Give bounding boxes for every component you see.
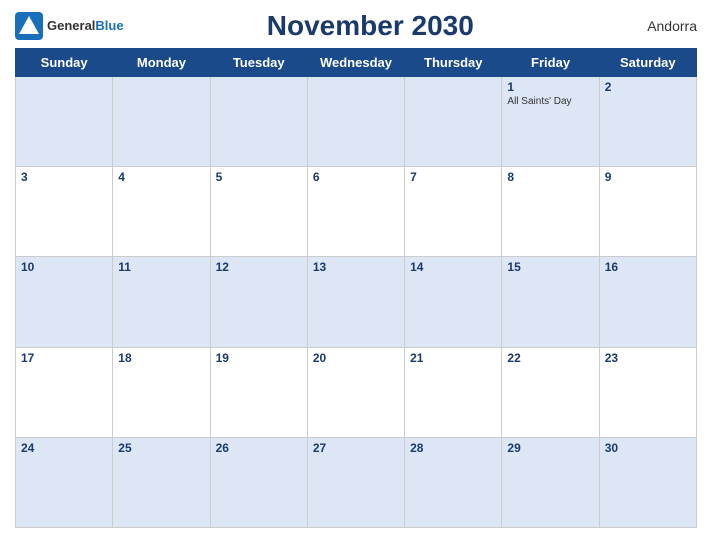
calendar-day-cell: 13 <box>307 257 404 347</box>
calendar-day-cell: 30 <box>599 437 696 527</box>
calendar-day-cell: 12 <box>210 257 307 347</box>
day-number: 13 <box>313 260 399 274</box>
calendar-day-cell: 26 <box>210 437 307 527</box>
day-number: 14 <box>410 260 496 274</box>
weekday-header-row: SundayMondayTuesdayWednesdayThursdayFrid… <box>16 49 697 77</box>
logo-area: GeneralBlue <box>15 12 124 40</box>
day-number: 8 <box>507 170 593 184</box>
calendar-day-cell: 21 <box>405 347 502 437</box>
weekday-header-sunday: Sunday <box>16 49 113 77</box>
logo-general-text: GeneralBlue <box>47 17 124 35</box>
day-number: 15 <box>507 260 593 274</box>
calendar-day-cell: 2 <box>599 77 696 167</box>
calendar-day-cell: 8 <box>502 167 599 257</box>
calendar-day-cell <box>307 77 404 167</box>
day-number: 23 <box>605 351 691 365</box>
day-number: 28 <box>410 441 496 455</box>
day-number: 1 <box>507 80 593 94</box>
day-number: 9 <box>605 170 691 184</box>
calendar-day-cell <box>210 77 307 167</box>
calendar-day-cell: 25 <box>113 437 210 527</box>
calendar-day-cell: 29 <box>502 437 599 527</box>
day-number: 7 <box>410 170 496 184</box>
day-number: 26 <box>216 441 302 455</box>
calendar-title: November 2030 <box>124 10 617 42</box>
day-number: 16 <box>605 260 691 274</box>
weekday-header-saturday: Saturday <box>599 49 696 77</box>
calendar-day-cell: 22 <box>502 347 599 437</box>
calendar-day-cell <box>405 77 502 167</box>
day-number: 17 <box>21 351 107 365</box>
day-number: 25 <box>118 441 204 455</box>
day-number: 24 <box>21 441 107 455</box>
calendar-day-cell: 9 <box>599 167 696 257</box>
day-number: 19 <box>216 351 302 365</box>
holiday-text: All Saints' Day <box>507 96 593 108</box>
day-number: 10 <box>21 260 107 274</box>
day-number: 20 <box>313 351 399 365</box>
calendar-day-cell <box>16 77 113 167</box>
calendar-day-cell: 6 <box>307 167 404 257</box>
weekday-header-monday: Monday <box>113 49 210 77</box>
calendar-day-cell: 10 <box>16 257 113 347</box>
calendar-day-cell: 11 <box>113 257 210 347</box>
weekday-header-wednesday: Wednesday <box>307 49 404 77</box>
calendar-day-cell: 24 <box>16 437 113 527</box>
calendar-day-cell: 23 <box>599 347 696 437</box>
day-number: 21 <box>410 351 496 365</box>
header-row: GeneralBlue November 2030 Andorra <box>15 10 697 42</box>
calendar-table: SundayMondayTuesdayWednesdayThursdayFrid… <box>15 48 697 528</box>
day-number: 3 <box>21 170 107 184</box>
day-number: 11 <box>118 260 204 274</box>
calendar-day-cell <box>113 77 210 167</box>
day-number: 12 <box>216 260 302 274</box>
day-number: 6 <box>313 170 399 184</box>
weekday-header-tuesday: Tuesday <box>210 49 307 77</box>
calendar-day-cell: 20 <box>307 347 404 437</box>
generalblue-logo-icon <box>15 12 43 40</box>
day-number: 5 <box>216 170 302 184</box>
calendar-day-cell: 7 <box>405 167 502 257</box>
day-number: 27 <box>313 441 399 455</box>
calendar-day-cell: 17 <box>16 347 113 437</box>
calendar-wrapper: GeneralBlue November 2030 Andorra Sunday… <box>0 0 712 550</box>
weekday-header-friday: Friday <box>502 49 599 77</box>
calendar-week-row: 24 25 26 27 28 29 30 <box>16 437 697 527</box>
calendar-day-cell: 27 <box>307 437 404 527</box>
calendar-day-cell: 14 <box>405 257 502 347</box>
day-number: 22 <box>507 351 593 365</box>
calendar-week-row: 17 18 19 20 21 22 23 <box>16 347 697 437</box>
calendar-week-row: 3456789 <box>16 167 697 257</box>
calendar-day-cell: 4 <box>113 167 210 257</box>
day-number: 2 <box>605 80 691 94</box>
calendar-day-cell: 16 <box>599 257 696 347</box>
calendar-day-cell: 19 <box>210 347 307 437</box>
calendar-day-cell: 3 <box>16 167 113 257</box>
country-label: Andorra <box>617 18 697 34</box>
calendar-day-cell: 28 <box>405 437 502 527</box>
calendar-day-cell: 1 All Saints' Day <box>502 77 599 167</box>
calendar-day-cell: 18 <box>113 347 210 437</box>
day-number: 4 <box>118 170 204 184</box>
calendar-week-row: 1 All Saints' Day 2 <box>16 77 697 167</box>
calendar-day-cell: 15 <box>502 257 599 347</box>
day-number: 18 <box>118 351 204 365</box>
weekday-header-thursday: Thursday <box>405 49 502 77</box>
day-number: 30 <box>605 441 691 455</box>
day-number: 29 <box>507 441 593 455</box>
calendar-day-cell: 5 <box>210 167 307 257</box>
calendar-week-row: 10 11 12 13 14 15 16 <box>16 257 697 347</box>
